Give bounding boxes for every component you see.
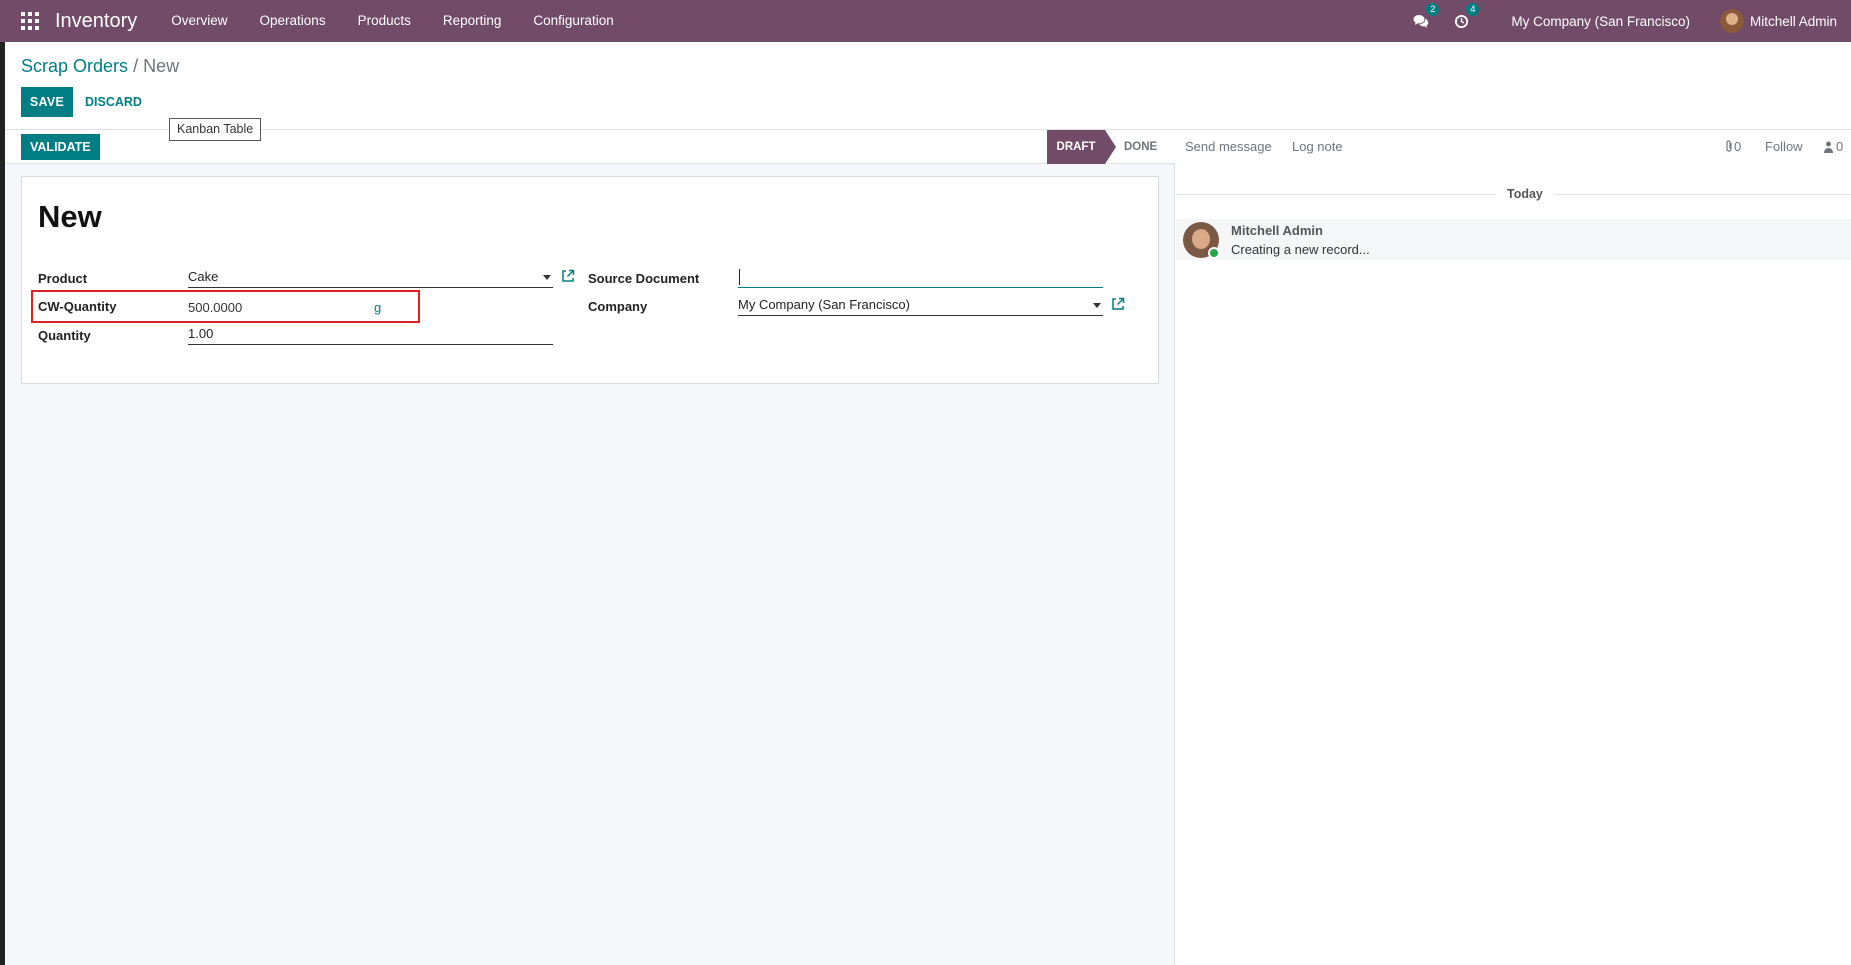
menu-operations[interactable]: Operations <box>244 0 342 42</box>
quantity-input[interactable]: 1.00 <box>188 323 553 345</box>
attachments-button[interactable]: 0 <box>1724 139 1741 154</box>
main-menu: Overview Operations Products Reporting C… <box>155 0 629 42</box>
quantity-label: Quantity <box>38 328 91 343</box>
tooltip: Kanban Table <box>169 118 262 141</box>
message-author[interactable]: Mitchell Admin <box>1231 223 1323 238</box>
chatter-topbar: Send message Log note 0 Follow 0 <box>1176 130 1851 164</box>
paperclip-icon <box>1726 140 1732 152</box>
followers-button[interactable]: 0 <box>1824 139 1843 154</box>
stage-done[interactable]: DONE <box>1124 130 1157 164</box>
stage-arrow <box>1105 130 1116 164</box>
form-view: VALIDATE DRAFT DONE New Product Cake CW-… <box>5 130 1175 965</box>
save-button[interactable]: SAVE <box>21 87 73 117</box>
stage-draft[interactable]: DRAFT <box>1047 130 1105 164</box>
breadcrumb-scrap-orders[interactable]: Scrap Orders <box>21 56 128 76</box>
source-document-input[interactable] <box>738 266 1103 288</box>
cw-quantity-input[interactable]: 500.0000 <box>188 300 242 315</box>
discard-button[interactable]: DISCARD <box>85 87 142 117</box>
date-separator-label: Today <box>1496 187 1554 201</box>
company-switcher[interactable]: My Company (San Francisco) <box>1511 14 1690 29</box>
breadcrumb-separator: / <box>133 56 139 76</box>
menu-overview[interactable]: Overview <box>155 0 243 42</box>
user-avatar <box>1719 9 1744 33</box>
company-label: Company <box>588 299 648 314</box>
breadcrumb: Scrap Orders / New <box>21 56 179 77</box>
company-field[interactable]: My Company (San Francisco) <box>738 294 1103 316</box>
activities-count-badge: 4 <box>1466 3 1480 16</box>
top-navbar: Inventory Overview Operations Products R… <box>0 0 1851 42</box>
external-link-icon[interactable] <box>561 269 575 283</box>
company-value: My Company (San Francisco) <box>738 297 910 312</box>
text-cursor <box>739 269 740 285</box>
cw-quantity-uom: g <box>374 300 382 315</box>
source-document-label: Source Document <box>588 271 700 286</box>
message-body: Creating a new record... <box>1231 242 1370 257</box>
activity-clock-icon[interactable]: 4 <box>1451 3 1480 31</box>
send-message-button[interactable]: Send message <box>1185 139 1272 154</box>
product-value: Cake <box>188 269 219 284</box>
followers-count: 0 <box>1836 139 1844 154</box>
menu-products[interactable]: Products <box>342 0 427 42</box>
product-field[interactable]: Cake <box>188 266 553 288</box>
chatter: Send message Log note 0 Follow 0 Today M… <box>1176 130 1851 965</box>
chatter-message: Mitchell Admin Creating a new record... <box>1176 219 1851 260</box>
messaging-icon[interactable]: 2 <box>1411 3 1440 31</box>
log-note-button[interactable]: Log note <box>1292 139 1343 154</box>
app-brand[interactable]: Inventory <box>55 10 137 33</box>
user-icon <box>1824 141 1833 153</box>
apps-menu-icon[interactable] <box>21 12 39 30</box>
attachments-count: 0 <box>1734 139 1742 154</box>
record-title: New <box>38 199 102 234</box>
validate-button[interactable]: VALIDATE <box>21 134 100 160</box>
navbar-systray: 2 4 My Company (San Francisco) Mitchell … <box>1411 0 1851 42</box>
messages-count-badge: 2 <box>1426 3 1440 16</box>
cw-quantity-label: CW-Quantity <box>38 299 117 314</box>
menu-configuration[interactable]: Configuration <box>517 0 629 42</box>
control-panel: Scrap Orders / New SAVE DISCARD <box>5 42 1851 130</box>
chevron-down-icon[interactable] <box>543 275 551 280</box>
online-status-dot <box>1208 247 1220 259</box>
user-name: Mitchell Admin <box>1749 13 1837 29</box>
external-link-icon[interactable] <box>1111 297 1125 311</box>
menu-reporting[interactable]: Reporting <box>427 0 518 42</box>
product-label: Product <box>38 271 88 286</box>
chevron-down-icon[interactable] <box>1093 303 1101 308</box>
follow-button[interactable]: Follow <box>1765 139 1803 154</box>
user-menu[interactable]: Mitchell Admin <box>1719 9 1837 33</box>
breadcrumb-current: New <box>143 56 180 76</box>
form-sheet: New Product Cake CW-Quantity 500.0000 g … <box>21 176 1159 384</box>
